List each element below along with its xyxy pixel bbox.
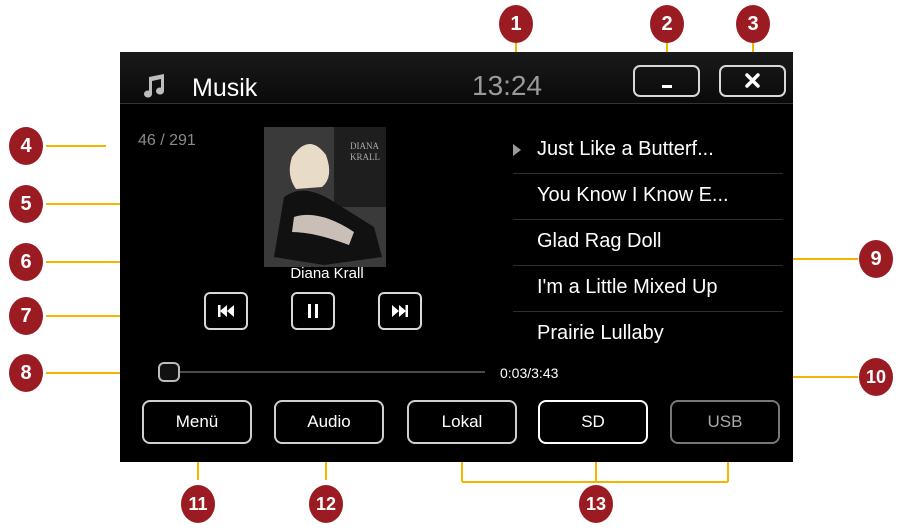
svg-text:DIANA: DIANA [350, 141, 379, 151]
track-counter: 46 / 291 [138, 132, 196, 149]
list-item[interactable]: Just Like a Butterf... [513, 128, 783, 174]
skip-back-icon [206, 305, 246, 332]
callout-badge: 3 [735, 4, 771, 44]
callout-badge: 10 [858, 357, 894, 397]
previous-track-button[interactable] [204, 292, 248, 330]
lokal-button[interactable]: Lokal [407, 400, 517, 444]
track-title: Glad Rag Doll [537, 230, 662, 252]
callout-badge: 2 [649, 4, 685, 44]
page-title: Musik [192, 74, 258, 102]
callout-badge: 6 [8, 242, 44, 282]
audio-button[interactable]: Audio [274, 400, 384, 444]
pause-button[interactable] [291, 292, 335, 330]
minimize-icon [635, 82, 698, 99]
track-title: Prairie Lullaby [537, 322, 664, 344]
callout-badge: 9 [858, 239, 894, 279]
album-cover: DIANA KRALL [264, 127, 386, 267]
pause-icon [293, 304, 333, 332]
menu-button[interactable]: Menü [142, 400, 252, 444]
callout-badge: 8 [8, 353, 44, 393]
callout-badge: 11 [180, 484, 216, 524]
play-indicator-icon [513, 144, 521, 156]
callout-badge: 1 [498, 4, 534, 44]
close-icon [721, 73, 784, 99]
seek-bar[interactable] [160, 371, 485, 373]
callout-badge: 4 [8, 126, 44, 166]
artist-name: Diana Krall [290, 265, 364, 282]
minimize-button[interactable] [633, 65, 700, 97]
sd-button[interactable]: SD [538, 400, 648, 444]
usb-button[interactable]: USB [670, 400, 780, 444]
track-title: Just Like a Butterf... [537, 138, 714, 160]
callout-badge: 5 [8, 184, 44, 224]
callout-badge: 13 [578, 484, 614, 524]
list-item[interactable]: You Know I Know E... [513, 174, 783, 220]
list-item[interactable]: Glad Rag Doll [513, 220, 783, 266]
callout-badge: 12 [308, 484, 344, 524]
svg-text:KRALL: KRALL [350, 152, 380, 162]
track-title: You Know I Know E... [537, 184, 729, 206]
playlist: Just Like a Butterf... You Know I Know E… [513, 128, 783, 357]
clock: 13:24 [472, 70, 543, 101]
seek-handle[interactable] [158, 362, 180, 382]
close-button[interactable] [719, 65, 786, 97]
track-title: I'm a Little Mixed Up [537, 276, 718, 298]
callout-badge: 7 [8, 296, 44, 336]
head-unit-screen: Musik 13:24 46 / 291 DIANA KRALL Diana K… [120, 52, 793, 462]
list-item[interactable]: Prairie Lullaby [513, 312, 783, 357]
next-track-button[interactable] [378, 292, 422, 330]
header-bar: Musik 13:24 [120, 52, 793, 104]
music-note-icon [142, 73, 166, 99]
list-item[interactable]: I'm a Little Mixed Up [513, 266, 783, 312]
playback-time: 0:03/3:43 [500, 365, 559, 381]
skip-forward-icon [380, 305, 420, 332]
